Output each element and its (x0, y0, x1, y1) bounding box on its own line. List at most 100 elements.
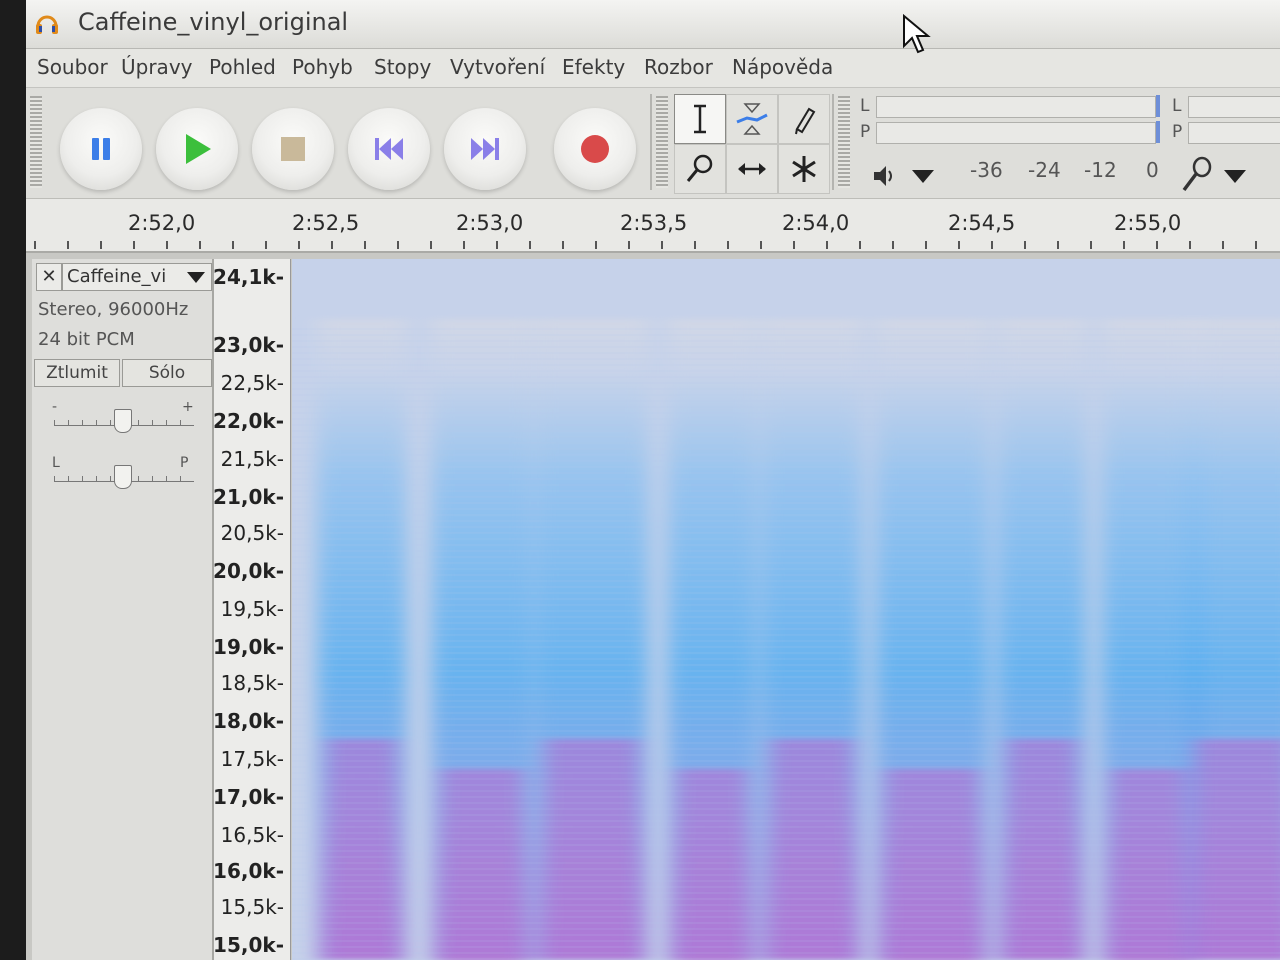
menu-tracks[interactable]: Stopy (374, 55, 431, 79)
track-control-panel[interactable]: ✕ Caffeine_vi Stereo, 96000Hz 24 bit PCM… (32, 259, 214, 960)
timeline-tick (1255, 241, 1257, 249)
pause-button[interactable] (60, 108, 142, 190)
record-button[interactable] (554, 108, 636, 190)
track-menu-button[interactable]: Caffeine_vi (62, 263, 212, 291)
play-button[interactable] (156, 108, 238, 190)
window-title: Caffeine_vinyl_original (78, 8, 349, 36)
menu-effects[interactable]: Efekty (562, 55, 625, 79)
record-meter-dropdown[interactable] (1224, 170, 1246, 183)
menu-view[interactable]: Pohled (209, 55, 276, 79)
spectrogram-low-band (545, 739, 639, 960)
timeline-tick (727, 241, 729, 249)
frequency-label: 18,0k- (213, 709, 284, 733)
envelope-tool-button[interactable] (726, 94, 778, 144)
timeline-tick (661, 241, 663, 249)
meter-peak-marker (1156, 121, 1160, 143)
selection-tool-icon (694, 104, 706, 134)
gain-plus-label: + (182, 399, 194, 415)
timeline-tick (562, 241, 564, 249)
frequency-label: 24,1k- (213, 265, 284, 289)
timeline-tick (1156, 241, 1158, 249)
timeline-tick (859, 241, 861, 249)
menu-transport[interactable]: Pohyb (292, 55, 353, 79)
frequency-label: 23,0k- (213, 333, 284, 357)
skip-to-start-button[interactable] (348, 108, 430, 190)
timeline-tick (430, 241, 432, 249)
skip-to-end-button[interactable] (444, 108, 526, 190)
pan-left-label: L (52, 455, 60, 471)
timeline-label: 2:54,0 (782, 211, 850, 235)
playback-meter-right[interactable] (876, 122, 1156, 144)
timeline-tick (1024, 241, 1026, 249)
timeline-tick (529, 241, 531, 249)
frequency-label: 16,0k- (213, 859, 284, 883)
audacity-window: Caffeine_vinyl_original Soubor Úpravy Po… (26, 0, 1280, 960)
spectrogram-image (292, 259, 1280, 960)
frequency-label: 20,5k- (220, 521, 284, 545)
menu-bar: Soubor Úpravy Pohled Pohyb Stopy Vytvoře… (26, 49, 1280, 88)
record-icon (581, 135, 609, 163)
solo-button[interactable]: Sólo (122, 359, 212, 387)
chevron-down-icon (187, 272, 205, 283)
track-bit-depth: 24 bit PCM (38, 329, 135, 350)
timeline-tick (925, 241, 927, 249)
frequency-label: 19,5k- (220, 597, 284, 621)
timeline-label: 2:53,5 (620, 211, 688, 235)
multi-tool-button[interactable] (778, 144, 830, 194)
timeline-tick (232, 241, 234, 249)
timeline-tick (397, 241, 399, 249)
timeline-ruler[interactable]: 2:52,0 2:52,5 2:53,0 2:53,5 2:54,0 2:54,… (26, 199, 1280, 253)
spectrogram-low-band (1195, 739, 1280, 960)
meter-scale-label: 0 (1146, 158, 1159, 182)
pan-slider-thumb[interactable] (114, 465, 132, 489)
envelope-tool-icon (736, 103, 768, 135)
menu-file[interactable]: Soubor (37, 55, 108, 79)
spectrogram-low-band (885, 769, 979, 960)
gain-slider-thumb[interactable] (114, 409, 132, 433)
meter-scale-label: -36 (970, 158, 1003, 182)
spectrogram-low-band (327, 739, 397, 960)
time-shift-tool-icon (738, 163, 766, 175)
spectrogram-low-band (677, 769, 747, 960)
timeline-tick (298, 241, 300, 249)
frequency-label: 20,0k- (213, 559, 284, 583)
mute-button[interactable]: Ztlumit (34, 359, 120, 387)
headphones-icon (36, 15, 58, 34)
timeline-tick (793, 241, 795, 249)
selection-tool-button[interactable] (674, 94, 726, 144)
timeline-tick (496, 241, 498, 249)
spectrogram-view[interactable] (292, 259, 1280, 960)
timeline-tick (826, 241, 828, 249)
transport-toolbar-grip[interactable] (30, 96, 42, 188)
spectrogram-low-band (771, 739, 853, 960)
timeline-tick (199, 241, 201, 249)
tools-toolbar-grip[interactable] (656, 96, 668, 188)
close-track-button[interactable]: ✕ (36, 263, 62, 291)
gain-minus-label: - (52, 399, 58, 415)
timeline-tick (463, 241, 465, 249)
zoom-tool-button[interactable] (674, 144, 726, 194)
record-meter-left[interactable] (1188, 96, 1280, 118)
draw-tool-button[interactable] (778, 94, 830, 144)
zoom-tool-icon (686, 154, 713, 182)
timeline-tick (1057, 241, 1059, 249)
track-format: Stereo, 96000Hz (38, 299, 189, 320)
skip-to-start-icon (375, 138, 403, 160)
stop-button[interactable] (252, 108, 334, 190)
timeline-tick (1222, 241, 1224, 249)
frequency-label: 22,0k- (213, 409, 284, 433)
record-meter-right[interactable] (1188, 122, 1280, 144)
track-name: Caffeine_vi (67, 266, 167, 287)
frequency-label: 19,0k- (213, 635, 284, 659)
meter-toolbar-grip[interactable] (838, 96, 850, 188)
playback-meter-dropdown[interactable] (912, 170, 934, 183)
close-icon: ✕ (41, 266, 57, 287)
menu-help[interactable]: Nápověda (732, 55, 833, 79)
menu-generate[interactable]: Vytvoření (450, 55, 545, 79)
menu-edit[interactable]: Úpravy (121, 55, 192, 79)
time-shift-tool-button[interactable] (726, 144, 778, 194)
timeline-tick (67, 241, 69, 249)
playback-meter-left[interactable] (876, 96, 1156, 118)
menu-analyze[interactable]: Rozbor (644, 55, 713, 79)
timeline-tick (331, 241, 333, 249)
